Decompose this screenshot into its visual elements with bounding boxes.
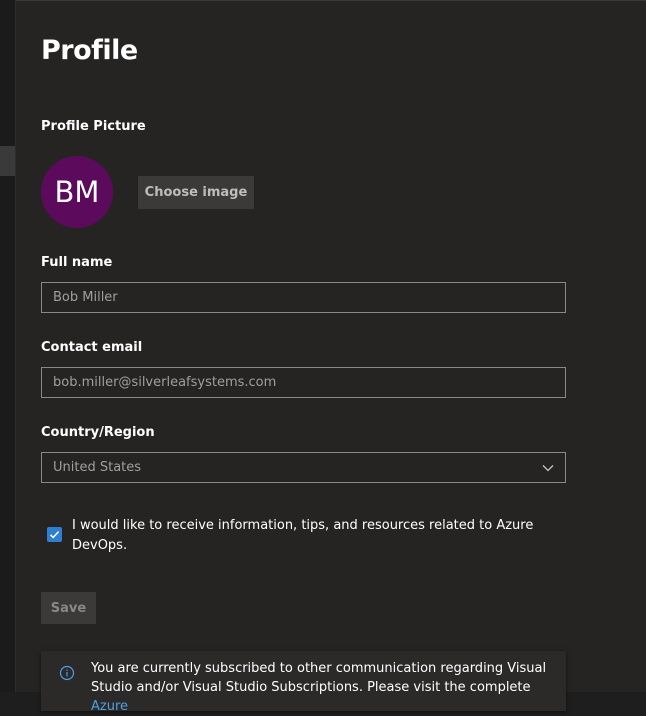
save-button[interactable]: Save: [41, 592, 96, 624]
consent-label: I would like to receive information, tip…: [72, 518, 534, 553]
country-region-dropdown[interactable]: United States: [41, 452, 566, 483]
contact-email-field[interactable]: bob.miller@silverleafsystems.com: [41, 367, 566, 398]
full-name-label: Full name: [41, 255, 113, 270]
avatar: BM: [41, 156, 113, 228]
page-title: Profile: [41, 35, 138, 66]
subscription-notice: You are currently subscribed to other co…: [41, 651, 566, 714]
contact-email-value: bob.miller@silverleafsystems.com: [53, 375, 277, 390]
azure-link[interactable]: Azure: [91, 699, 128, 714]
country-region-label: Country/Region: [41, 425, 155, 440]
consent-checkbox[interactable]: [47, 527, 62, 542]
checkmark-icon: [49, 531, 60, 539]
full-name-value: Bob Miller: [53, 290, 118, 305]
profile-panel: Profile Profile Picture BM Choose image …: [16, 0, 646, 714]
choose-image-button[interactable]: Choose image: [138, 176, 254, 209]
contact-email-label: Contact email: [41, 340, 143, 355]
profile-picture-label: Profile Picture: [41, 119, 146, 134]
notice-body: You are currently subscribed to other co…: [91, 661, 547, 695]
avatar-initials: BM: [54, 175, 100, 209]
notice-text: You are currently subscribed to other co…: [91, 659, 551, 716]
rail-selected-marker: [0, 146, 15, 176]
chevron-down-icon: [542, 465, 554, 472]
country-region-value: United States: [53, 460, 142, 475]
info-icon: [59, 665, 75, 681]
left-rail: [0, 0, 16, 692]
full-name-field[interactable]: Bob Miller: [41, 282, 566, 313]
